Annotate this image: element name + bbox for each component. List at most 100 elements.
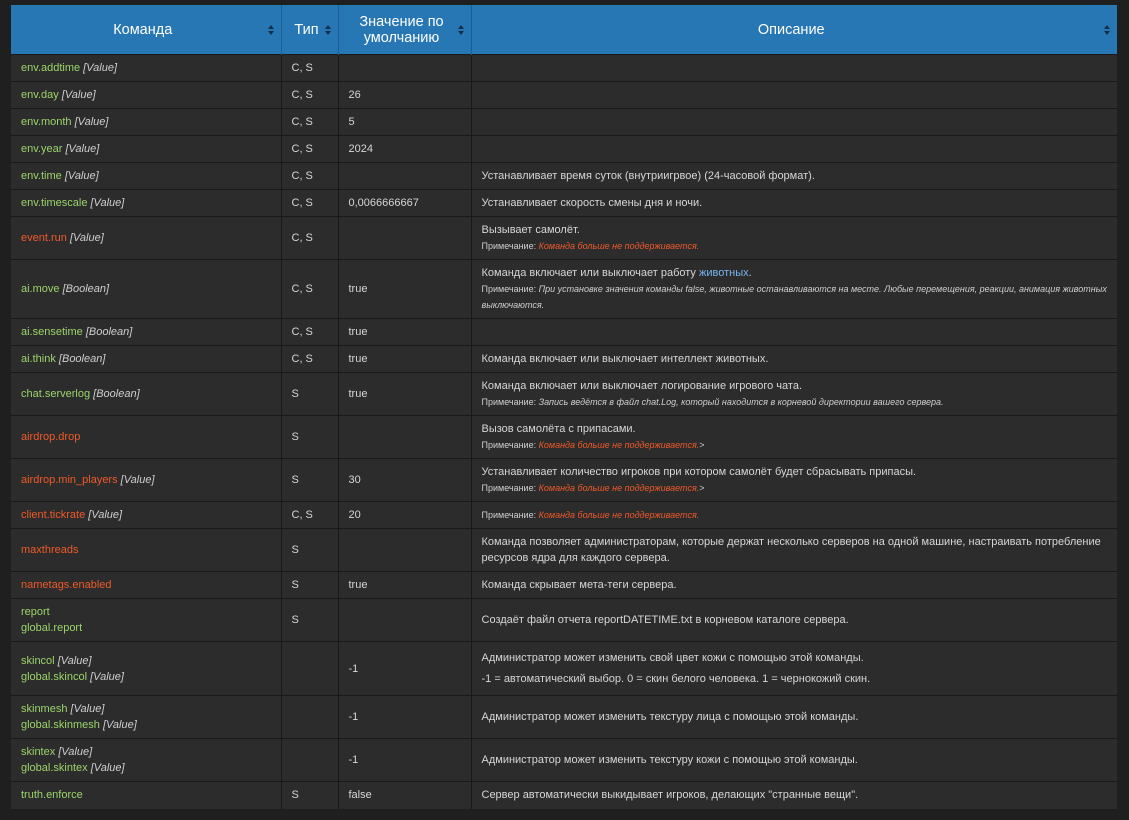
command-line: global.skinmesh [Value] [21,717,271,733]
type-cell: S [281,781,339,809]
command-cell: skinmesh [Value] global.skinmesh [Value] [11,695,282,739]
table-row: airdrop.min_players [Value] S 30 Устанавлив… [11,458,1117,502]
description-cell: Администратор может изменить свой цвет к… [471,641,1117,696]
command-argument: [Value] [61,89,96,101]
default-value-cell: true [338,372,472,416]
note-label: Примечание: [481,241,539,251]
table-row: event.run [Value] C, S Вызывает самолёт. Пр… [11,216,1117,260]
type-cell: C, S [281,345,339,373]
command-argument: [Boolean] [58,353,106,365]
description-text: Устанавливает скорость смены дня и ночи. [481,197,703,209]
type-cell: C, S [281,108,339,136]
default-value-cell [338,162,472,190]
description-line: Команда включает или выключает работу жи… [482,265,1108,281]
description-cell: Команда скрывает мета-теги сервера. [471,571,1117,599]
table-row: skinmesh [Value] global.skinmesh [Value] -… [11,695,1117,739]
type-cell: S [281,571,339,599]
description-cell: Вызов самолёта с припасами. Примечание: К… [471,415,1117,459]
default-value: 26 [348,89,361,101]
description-cell: Команда включает или выключает логирован… [471,372,1117,416]
command-cell: chat.serverlog [Boolean] [11,372,282,416]
command-line: skintex [Value] [21,744,271,760]
type-value: C, S [291,116,313,128]
column-header-command[interactable]: Команда [11,5,282,55]
command-line: env.month [Value] [21,114,271,130]
command-name: ai.sensetime [21,326,83,338]
command-argument: [Value] [70,703,105,715]
command-argument: [Value] [69,232,104,244]
sort-icon[interactable] [267,24,275,35]
type-cell: S [281,598,339,642]
description-text: Сервер автоматически выкидывает игроков,… [481,789,859,802]
description-cell: Команда включает или выключает работу жи… [471,259,1117,319]
note-line: Примечание: Команда больше не поддержива… [482,507,1108,523]
table-row: env.month [Value] C, S 5 [11,108,1117,136]
type-cell [281,695,339,739]
command-line: env.addtime [Value] [21,60,271,76]
default-value-cell: true [338,318,472,346]
command-line: global.skincol [Value] [21,669,271,685]
note-line: Примечание: Команда больше не поддержива… [482,480,1108,496]
default-value-cell: true [338,345,472,373]
table-row: env.addtime [Value] C, S [11,54,1117,82]
default-value: true [348,579,368,591]
default-value: true [348,353,368,365]
column-header-default[interactable]: Значение по умолчанию [338,5,472,55]
description-cell: Вызывает самолёт. Примечание: Команда бол… [471,216,1117,260]
command-name: env.timescale [21,197,88,209]
description-text: Команда включает или выключает работу [481,267,699,279]
command-cell: ai.think [Boolean] [11,345,282,373]
table-row: env.day [Value] C, S 26 [11,81,1117,109]
type-cell [281,738,339,782]
command-cell: maxthreads [11,528,282,572]
command-name: ai.think [21,353,56,365]
command-argument: [Value] [90,670,124,683]
command-name: env.time [21,170,62,182]
command-argument: [Value] [90,197,125,209]
note-line: Примечание: Команда больше не поддержива… [482,238,1108,254]
description-text: Вызывает самолёт. [481,224,580,236]
default-value: -1 [348,662,359,675]
default-value-cell [338,528,472,572]
default-value: true [348,283,368,295]
default-value-cell: -1 [338,695,472,739]
command-name: report [21,606,50,618]
command-cell: ai.move [Boolean] [11,259,282,319]
type-value: C, S [291,283,313,295]
sort-icon[interactable] [457,24,465,35]
description-cell: Администратор может изменить текстуру ли… [471,695,1117,739]
command-cell: env.day [Value] [11,81,282,109]
default-value: -1 [348,754,359,766]
column-header-description[interactable]: Описание [471,5,1117,55]
command-argument: [Value] [64,170,99,182]
command-line: chat.serverlog [Boolean] [21,386,271,402]
description-line: Вызов самолёта с припасами. [482,421,1108,437]
description-line: Команда скрывает мета-теги сервера. [482,577,1108,593]
type-value: C, S [291,353,313,365]
default-value: true [348,388,368,400]
command-name: ai.move [21,283,60,295]
command-name: event.run [21,232,67,244]
description-text: Команда включает или выключает логирован… [481,380,803,392]
command-cell: env.time [Value] [11,162,282,190]
type-value: C, S [291,509,313,521]
table-row: report global.report S Создаёт файл отчета … [11,598,1117,642]
description-line: Администратор может изменить текстуру ко… [482,752,1108,768]
command-name: env.month [21,116,72,128]
type-value: S [291,388,299,400]
description-text-end: . [748,267,752,279]
default-value-cell [338,216,472,260]
sort-icon[interactable] [1104,24,1111,35]
command-argument: [Boolean] [93,388,140,400]
command-argument: [Value] [65,143,100,155]
command-argument: [Value] [83,62,118,74]
column-header-type[interactable]: Тип [281,5,339,55]
description-text: Команда скрывает мета-теги сервера. [481,579,677,591]
description-text: Команда позволяет администраторам, котор… [481,536,1101,564]
default-value: 2024 [348,143,373,155]
sort-icon[interactable] [324,24,332,35]
commands-table: Команда Тип Значение по умолчанию Описан… [11,5,1117,809]
description-line: Администратор может изменить свой цвет к… [482,650,1108,666]
animals-link[interactable]: животных [699,267,749,279]
command-line: skincol [Value] [21,653,271,669]
